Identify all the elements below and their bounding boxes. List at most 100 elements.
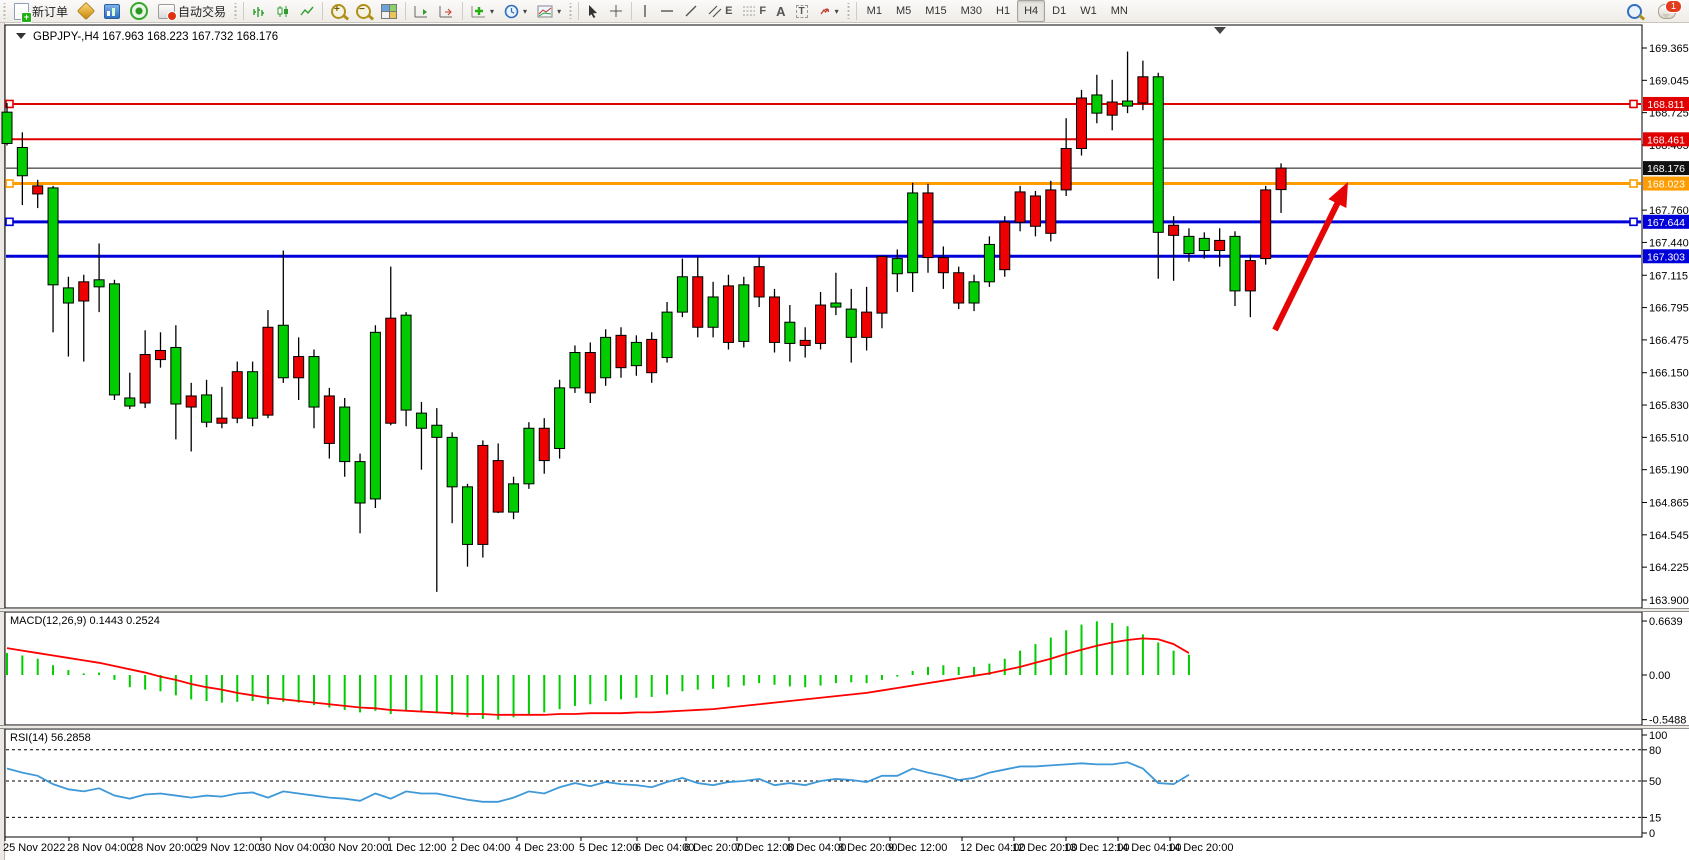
candle-body bbox=[447, 437, 457, 486]
separator bbox=[405, 2, 406, 20]
timeframe-m5-button[interactable]: M5 bbox=[889, 0, 918, 22]
channel-button[interactable]: E bbox=[703, 0, 737, 22]
price-chart-canvas[interactable]: 169.365169.045168.725168.405167.760167.4… bbox=[0, 22, 1689, 860]
price-tick-label: 164.865 bbox=[1649, 498, 1689, 510]
price-tick-label: 165.190 bbox=[1649, 465, 1689, 477]
candle-body bbox=[33, 186, 43, 194]
candle-body bbox=[416, 413, 426, 428]
candle-body bbox=[109, 284, 119, 395]
clock-icon bbox=[504, 4, 519, 19]
line-handle[interactable] bbox=[1630, 180, 1637, 187]
auto-scroll-icon bbox=[414, 5, 429, 18]
rsi-axis-label: 100 bbox=[1649, 730, 1667, 742]
line-handle[interactable] bbox=[6, 180, 13, 187]
separator bbox=[462, 2, 463, 20]
search-button[interactable] bbox=[1622, 0, 1647, 22]
candle-body bbox=[1092, 95, 1102, 113]
price-tick-label: 166.795 bbox=[1649, 303, 1689, 315]
candle-body bbox=[1000, 222, 1010, 269]
candle-body bbox=[785, 322, 795, 343]
zoom-out-button[interactable]: − bbox=[351, 0, 376, 22]
dropdown-caret: ▾ bbox=[835, 7, 839, 16]
main-toolbar: + 新订单 自动交易 + − bbox=[0, 0, 1689, 23]
price-tick-label: 166.475 bbox=[1649, 335, 1689, 347]
timeframe-d1-button[interactable]: D1 bbox=[1045, 0, 1073, 22]
candle-body bbox=[94, 280, 104, 287]
timeframe-m1-button[interactable]: M1 bbox=[860, 0, 889, 22]
time-tick-label: 28 Nov 04:00 bbox=[67, 842, 132, 854]
time-tick-label: 7 Dec 12:00 bbox=[735, 842, 794, 854]
terminal-button[interactable] bbox=[99, 0, 125, 22]
candle-body bbox=[585, 353, 595, 393]
toolbar-right: 1 bbox=[1622, 0, 1689, 22]
signals-icon bbox=[130, 2, 148, 20]
timeframe-w1-button[interactable]: W1 bbox=[1073, 0, 1104, 22]
price-tick-label: 167.115 bbox=[1649, 270, 1688, 282]
time-axis[interactable]: 25 Nov 202228 Nov 04:0028 Nov 20:0029 No… bbox=[3, 837, 1233, 854]
candle-body bbox=[984, 244, 994, 281]
auto-scroll-button[interactable] bbox=[409, 0, 434, 22]
chart-window[interactable]: 169.365169.045168.725168.405167.760167.4… bbox=[0, 22, 1689, 860]
chart-candles-button[interactable] bbox=[271, 0, 295, 22]
line-handle[interactable] bbox=[1630, 100, 1637, 107]
candle-body bbox=[739, 285, 749, 342]
candle-body bbox=[309, 357, 319, 408]
chart-line-button[interactable] bbox=[295, 0, 319, 22]
horizontal-line-button[interactable] bbox=[655, 0, 679, 22]
candle-body bbox=[539, 428, 549, 460]
macd-axis-label: 0.6639 bbox=[1649, 616, 1683, 628]
time-tick-label: 29 Nov 12:00 bbox=[195, 842, 260, 854]
candle-body bbox=[1123, 101, 1133, 106]
signals-button[interactable] bbox=[125, 0, 153, 22]
chart-shift-button[interactable] bbox=[434, 0, 459, 22]
indicators-button[interactable]: ▾ bbox=[466, 0, 499, 22]
templates-button[interactable]: ▾ bbox=[532, 0, 566, 22]
candle-body bbox=[555, 388, 565, 449]
candle-body bbox=[846, 309, 856, 337]
indicators-icon bbox=[471, 5, 486, 18]
macd-axis-label: -0.5488 bbox=[1649, 715, 1686, 727]
candle-body bbox=[79, 282, 89, 301]
bars-chart-icon bbox=[252, 5, 266, 18]
arrows-button[interactable]: ▾ bbox=[813, 0, 844, 22]
text-button[interactable]: A bbox=[771, 0, 790, 22]
cursor-button[interactable] bbox=[582, 0, 604, 22]
line-handle[interactable] bbox=[6, 218, 13, 225]
fibonacci-button[interactable]: F bbox=[737, 0, 771, 22]
community-button[interactable]: 1 bbox=[1653, 0, 1681, 22]
line-handle[interactable] bbox=[1630, 218, 1637, 225]
timeframe-h4-button[interactable]: H4 bbox=[1017, 0, 1045, 22]
chart-title: GBPJPY-,H4 167.963 168.223 167.732 168.1… bbox=[16, 31, 278, 43]
timeframe-m30-button[interactable]: M30 bbox=[954, 0, 989, 22]
candles-chart-icon bbox=[276, 5, 290, 18]
price-tick-label: 164.225 bbox=[1649, 562, 1689, 574]
periods-button[interactable]: ▾ bbox=[499, 0, 532, 22]
candle-body bbox=[816, 305, 826, 343]
zoom-in-button[interactable]: + bbox=[326, 0, 351, 22]
metaeditor-button[interactable] bbox=[73, 0, 99, 22]
time-tick-label: 14 Dec 20:00 bbox=[1168, 842, 1233, 854]
candle-body bbox=[171, 347, 181, 404]
vertical-line-button[interactable] bbox=[635, 0, 655, 22]
dropdown-caret: ▾ bbox=[523, 7, 527, 16]
candle-body bbox=[340, 407, 350, 462]
candle-body bbox=[570, 353, 580, 388]
price-axis[interactable]: 169.365169.045168.725168.405167.760167.4… bbox=[1642, 43, 1689, 607]
candle-body bbox=[125, 398, 135, 406]
candle-body bbox=[800, 340, 810, 345]
text-label-button[interactable]: T bbox=[791, 0, 813, 22]
trendline-button[interactable] bbox=[679, 0, 703, 22]
timeframe-m15-button[interactable]: M15 bbox=[918, 0, 953, 22]
timeframe-h1-button[interactable]: H1 bbox=[989, 0, 1017, 22]
chart-bars-button[interactable] bbox=[247, 0, 271, 22]
auto-trading-button[interactable]: 自动交易 bbox=[153, 0, 231, 22]
search-icon bbox=[1627, 4, 1642, 19]
candle-body bbox=[524, 428, 534, 484]
tile-windows-button[interactable] bbox=[376, 0, 402, 22]
toolbar-grip bbox=[846, 3, 851, 19]
crosshair-button[interactable] bbox=[604, 0, 628, 22]
time-tick-label: 4 Dec 23:00 bbox=[515, 842, 574, 854]
timeframe-mn-button[interactable]: MN bbox=[1104, 0, 1135, 22]
new-order-button[interactable]: + 新订单 bbox=[9, 0, 73, 22]
chart-shift-icon bbox=[439, 5, 454, 18]
